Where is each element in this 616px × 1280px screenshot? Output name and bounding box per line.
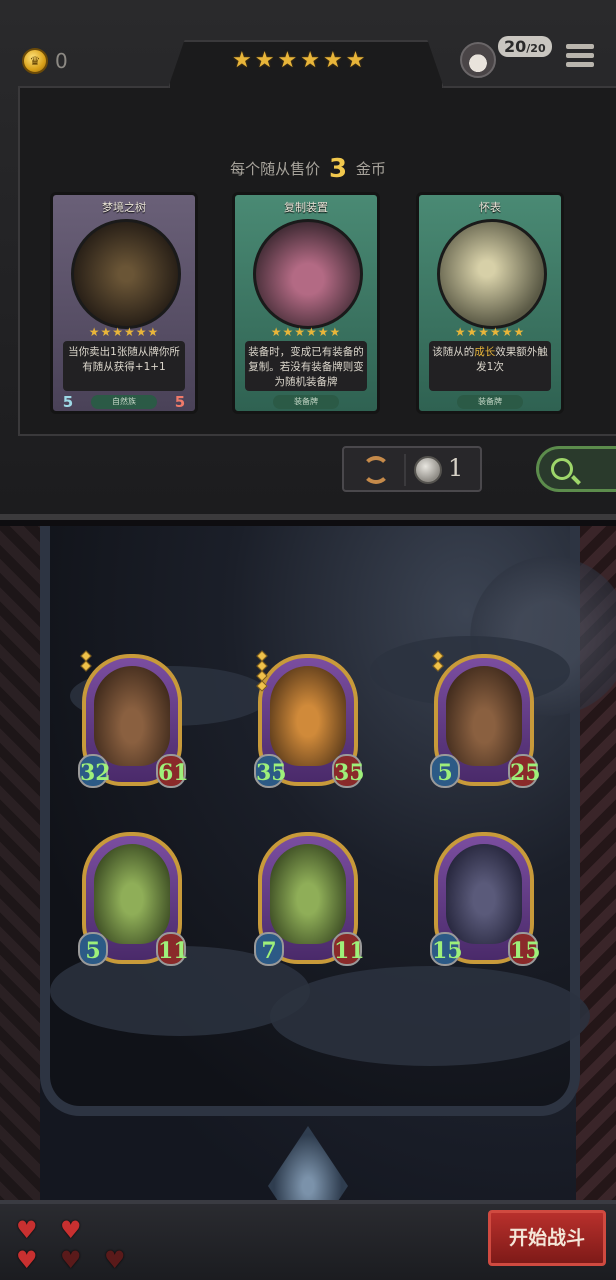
heart-empty-icon: ♥	[60, 1246, 82, 1274]
population-badge: 20/20	[498, 36, 552, 57]
minion-pumpkin[interactable]: 35 35	[254, 650, 365, 788]
sell-prefix: 每个随从售价	[230, 160, 321, 178]
card-tribe-tag: 自然族	[91, 395, 157, 409]
sell-price-text: 每个随从售价 3 金币	[0, 154, 616, 184]
card-title: 怀表	[479, 201, 501, 214]
minion-tree-2[interactable]: 5 25	[430, 650, 541, 788]
goblin-face	[94, 844, 170, 944]
goblin-face	[270, 844, 346, 944]
gold-count: 0	[55, 49, 68, 73]
population-max: 20	[530, 42, 546, 55]
sell-price: 3	[328, 154, 348, 184]
coin-icon: ♛	[22, 48, 48, 74]
minion-health: 11	[156, 932, 189, 966]
minion-attack: 5	[78, 932, 108, 966]
minion-tree-1[interactable]: 32 61	[78, 650, 189, 788]
minion-attack: 32	[78, 754, 111, 788]
pumpkin-monster-face	[270, 666, 346, 766]
minion-health: 11	[332, 932, 365, 966]
star-icon: ★	[300, 48, 320, 73]
star-icon: ★	[232, 48, 252, 73]
card-description: 该随从的成长效果额外触发1次	[429, 341, 551, 391]
heart-icon: ♥	[60, 1216, 82, 1244]
silver-coin-icon	[414, 456, 442, 484]
minion-goblin-2[interactable]: 7 11	[254, 832, 365, 966]
card-title: 复制装置	[284, 201, 328, 214]
copy-device-art	[253, 219, 363, 329]
tree-monster-art	[71, 219, 181, 329]
pocket-watch-art	[437, 219, 547, 329]
card-description: 装备时，变成已有装备的复制。若没有装备牌则变为随机装备牌	[245, 341, 367, 391]
shop-card-pocket-watch[interactable]: 怀表 ★★★★★★ 该随从的成长效果额外触发1次 装备牌	[416, 192, 564, 414]
card-health: 5	[174, 393, 186, 411]
tavern-stars: ★ ★ ★ ★ ★ ★	[232, 48, 365, 74]
card-attack: 5	[62, 393, 74, 411]
minion-attack: 15	[430, 932, 463, 966]
shop-card-copy-device[interactable]: 复制装置 ★★★★★★ 装备时，变成已有装备的复制。若没有装备牌则变为随机装备牌…	[232, 192, 380, 414]
minion-attack: 35	[254, 754, 287, 788]
minion-attack: 5	[430, 754, 460, 788]
star-icon: ★	[322, 48, 343, 73]
shop-card-dream-tree[interactable]: 梦境之树 ★★★★★★ 当你卖出1张随从牌你所有随从获得+1+1 5 自然族 5	[50, 192, 198, 414]
top-bar: ♛ 0 ★ ★ ★ ★ ★ ★ 20/20	[0, 0, 616, 90]
tier-pips	[256, 650, 268, 692]
desc-keyword: 成长	[474, 346, 496, 358]
sell-suffix: 金币	[355, 160, 386, 178]
reaper-face	[446, 844, 522, 944]
hamburger-menu-icon[interactable]	[566, 44, 594, 70]
minion-health: 61	[156, 754, 189, 788]
board-frame	[40, 526, 616, 1116]
player-lives: ♥ ♥ ♥ ♥ ♥ ♥	[16, 1218, 140, 1272]
minion-health: 25	[508, 754, 541, 788]
refresh-icon	[362, 456, 390, 484]
tier-pips	[80, 650, 92, 672]
card-stars: ★★★★★★	[270, 325, 342, 339]
card-stars: ★★★★★★	[88, 325, 160, 339]
minion-goblin-1[interactable]: 5 11	[78, 832, 189, 966]
card-stars: ★★★★★★	[454, 325, 526, 339]
card-description: 当你卖出1张随从牌你所有随从获得+1+1	[63, 341, 185, 391]
star-icon: ★	[277, 48, 298, 73]
player-avatar[interactable]	[460, 42, 496, 78]
refresh-cost: 1	[448, 454, 464, 482]
minion-attack: 7	[254, 932, 284, 966]
card-type-tag: 装备牌	[457, 395, 523, 409]
card-title: 梦境之树	[102, 201, 146, 214]
tree-monster-face	[94, 666, 170, 766]
minion-health: 35	[332, 754, 365, 788]
population-count: 20	[504, 37, 527, 56]
start-battle-button[interactable]: 开始战斗	[488, 1210, 606, 1266]
tier-pips	[432, 650, 444, 672]
heart-icon: ♥	[16, 1246, 38, 1274]
minion-reaper[interactable]: 15 15	[430, 832, 541, 966]
shop-panel: ♛ 0 ★ ★ ★ ★ ★ ★ 20/20 每个随从售价 3 金币 梦境之树 ★…	[0, 0, 616, 520]
board-left-wall	[0, 526, 40, 1280]
heart-empty-icon: ♥	[104, 1246, 126, 1274]
card-type-tag: 装备牌	[273, 395, 339, 409]
tree-monster-face	[446, 666, 522, 766]
magnifier-icon	[551, 458, 573, 480]
search-button[interactable]	[536, 446, 616, 492]
refresh-shop-button[interactable]: 1	[342, 446, 482, 492]
heart-icon: ♥	[16, 1216, 38, 1244]
minion-health: 15	[508, 932, 541, 966]
star-icon: ★	[254, 48, 275, 73]
desc-pre: 该随从的	[432, 346, 475, 358]
star-icon: ★	[345, 48, 366, 73]
